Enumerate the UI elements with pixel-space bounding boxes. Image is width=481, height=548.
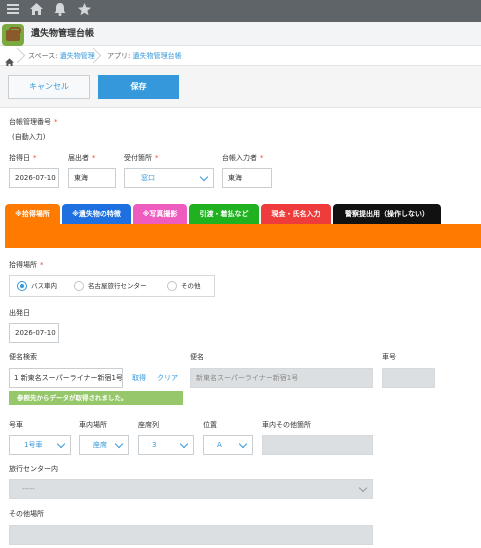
top-bar: [0, 0, 481, 22]
tab-police[interactable]: 警察提出用（操作しない）: [333, 204, 441, 224]
location-label: 拾得場所 *: [9, 261, 44, 269]
reporter-label: 届出者 *: [68, 154, 96, 162]
bus-name-field: 新東名スーパーライナー新宿1号: [190, 368, 373, 388]
breadcrumb-app-prefix: アプリ:: [107, 52, 133, 60]
radio-bus-label[interactable]: バス車内: [31, 280, 57, 292]
tab-found-location[interactable]: ※拾得場所: [5, 204, 60, 224]
travel-center-select: -----: [9, 479, 373, 499]
fetch-link[interactable]: 取得: [132, 373, 146, 383]
chevron-down-icon: [56, 439, 66, 449]
reporter-field[interactable]: 東海: [68, 168, 116, 188]
reception-label: 受付箇所 *: [124, 154, 159, 162]
row-label: 座席列: [138, 421, 159, 429]
position-select-value: A: [217, 441, 222, 449]
bus-name-label: 便名: [190, 353, 204, 361]
bus-search-label: 便名検索: [9, 353, 37, 361]
entry-person-label: 台帳入力者 *: [222, 154, 264, 162]
chevron-down-icon: [114, 439, 124, 449]
radio-travel-center[interactable]: [74, 281, 84, 291]
ledger-no-label: 台帳管理番号 *: [9, 118, 58, 126]
breadcrumb-app[interactable]: アプリ: 遺失物管理台帳: [107, 46, 182, 66]
other-place-field: [9, 525, 373, 545]
travel-center-select-value: -----: [22, 485, 35, 493]
reception-select-value: 窓口: [141, 174, 155, 182]
other-place-in-car-label: 車内その他箇所: [262, 421, 311, 429]
radio-bus[interactable]: [17, 281, 27, 291]
travel-center-label: 旅行センター内: [9, 465, 58, 473]
car-label: 号車: [9, 421, 23, 429]
position-label: 位置: [203, 421, 217, 429]
home-icon[interactable]: [28, 3, 44, 19]
found-date-field[interactable]: 2026-07-10: [9, 168, 59, 188]
car-no-field: [382, 368, 435, 388]
radio-travel-center-label[interactable]: 名古屋旅行センター: [88, 280, 147, 292]
found-date-label: 拾得日 *: [9, 154, 37, 162]
car-no-label: 車号: [382, 353, 396, 361]
breadcrumb-app-link[interactable]: 遺失物管理台帳: [133, 52, 182, 60]
reception-select[interactable]: 窓口: [124, 168, 214, 188]
star-icon[interactable]: [76, 3, 92, 19]
other-place-in-car-field: [262, 435, 373, 455]
breadcrumb-space-prefix: スペース:: [28, 52, 60, 60]
clear-link[interactable]: クリア: [157, 373, 178, 383]
app-logo-icon: [2, 24, 24, 46]
app-title: 遺失物管理台帳: [31, 29, 95, 39]
breadcrumb-separator: [88, 47, 96, 67]
save-button[interactable]: 保存: [98, 75, 179, 99]
entry-person-field[interactable]: 東海: [222, 168, 272, 188]
tab-cash-name[interactable]: 現金・氏名入力: [261, 204, 331, 224]
row-select-value: 3: [152, 441, 157, 449]
ledger-no-value: (自動入力): [12, 133, 46, 141]
bus-search-field[interactable]: 1 新東名スーパーライナー新宿1号: [9, 368, 123, 388]
radio-other-label[interactable]: その他: [181, 280, 201, 292]
departure-date-label: 出発日: [9, 309, 30, 317]
fetch-success-notice: 参照先からデータが取得されました。: [9, 391, 183, 405]
row-select[interactable]: 3: [138, 435, 194, 455]
tab-handover[interactable]: 引渡・着払など: [189, 204, 259, 224]
other-place-label: その他場所: [9, 510, 44, 518]
location-radio-group: バス車内 名古屋旅行センター その他: [9, 275, 215, 297]
chevron-down-icon: [179, 439, 189, 449]
tab-item-features[interactable]: ※遺失物の特徴: [62, 204, 131, 224]
bell-icon[interactable]: [52, 3, 68, 19]
radio-other[interactable]: [167, 281, 177, 291]
active-tab-bar: [5, 224, 481, 248]
car-select[interactable]: 1号車: [9, 435, 71, 455]
chevron-down-icon: [238, 439, 248, 449]
menu-icon[interactable]: [5, 3, 21, 19]
breadcrumb-space[interactable]: スペース: 遺失物管理: [28, 46, 95, 66]
position-select[interactable]: A: [203, 435, 253, 455]
place-select-value: 座席: [93, 441, 107, 449]
place-select[interactable]: 座席: [79, 435, 129, 455]
car-select-value: 1号車: [24, 441, 43, 449]
cancel-button[interactable]: キャンセル: [8, 75, 90, 99]
chevron-down-icon: [358, 483, 368, 493]
breadcrumb-separator: [12, 47, 20, 67]
chevron-down-icon: [199, 172, 209, 182]
departure-date-field[interactable]: 2026-07-10: [9, 323, 59, 343]
tab-photo[interactable]: ※写真撮影: [133, 204, 187, 224]
place-label: 車内場所: [79, 421, 107, 429]
